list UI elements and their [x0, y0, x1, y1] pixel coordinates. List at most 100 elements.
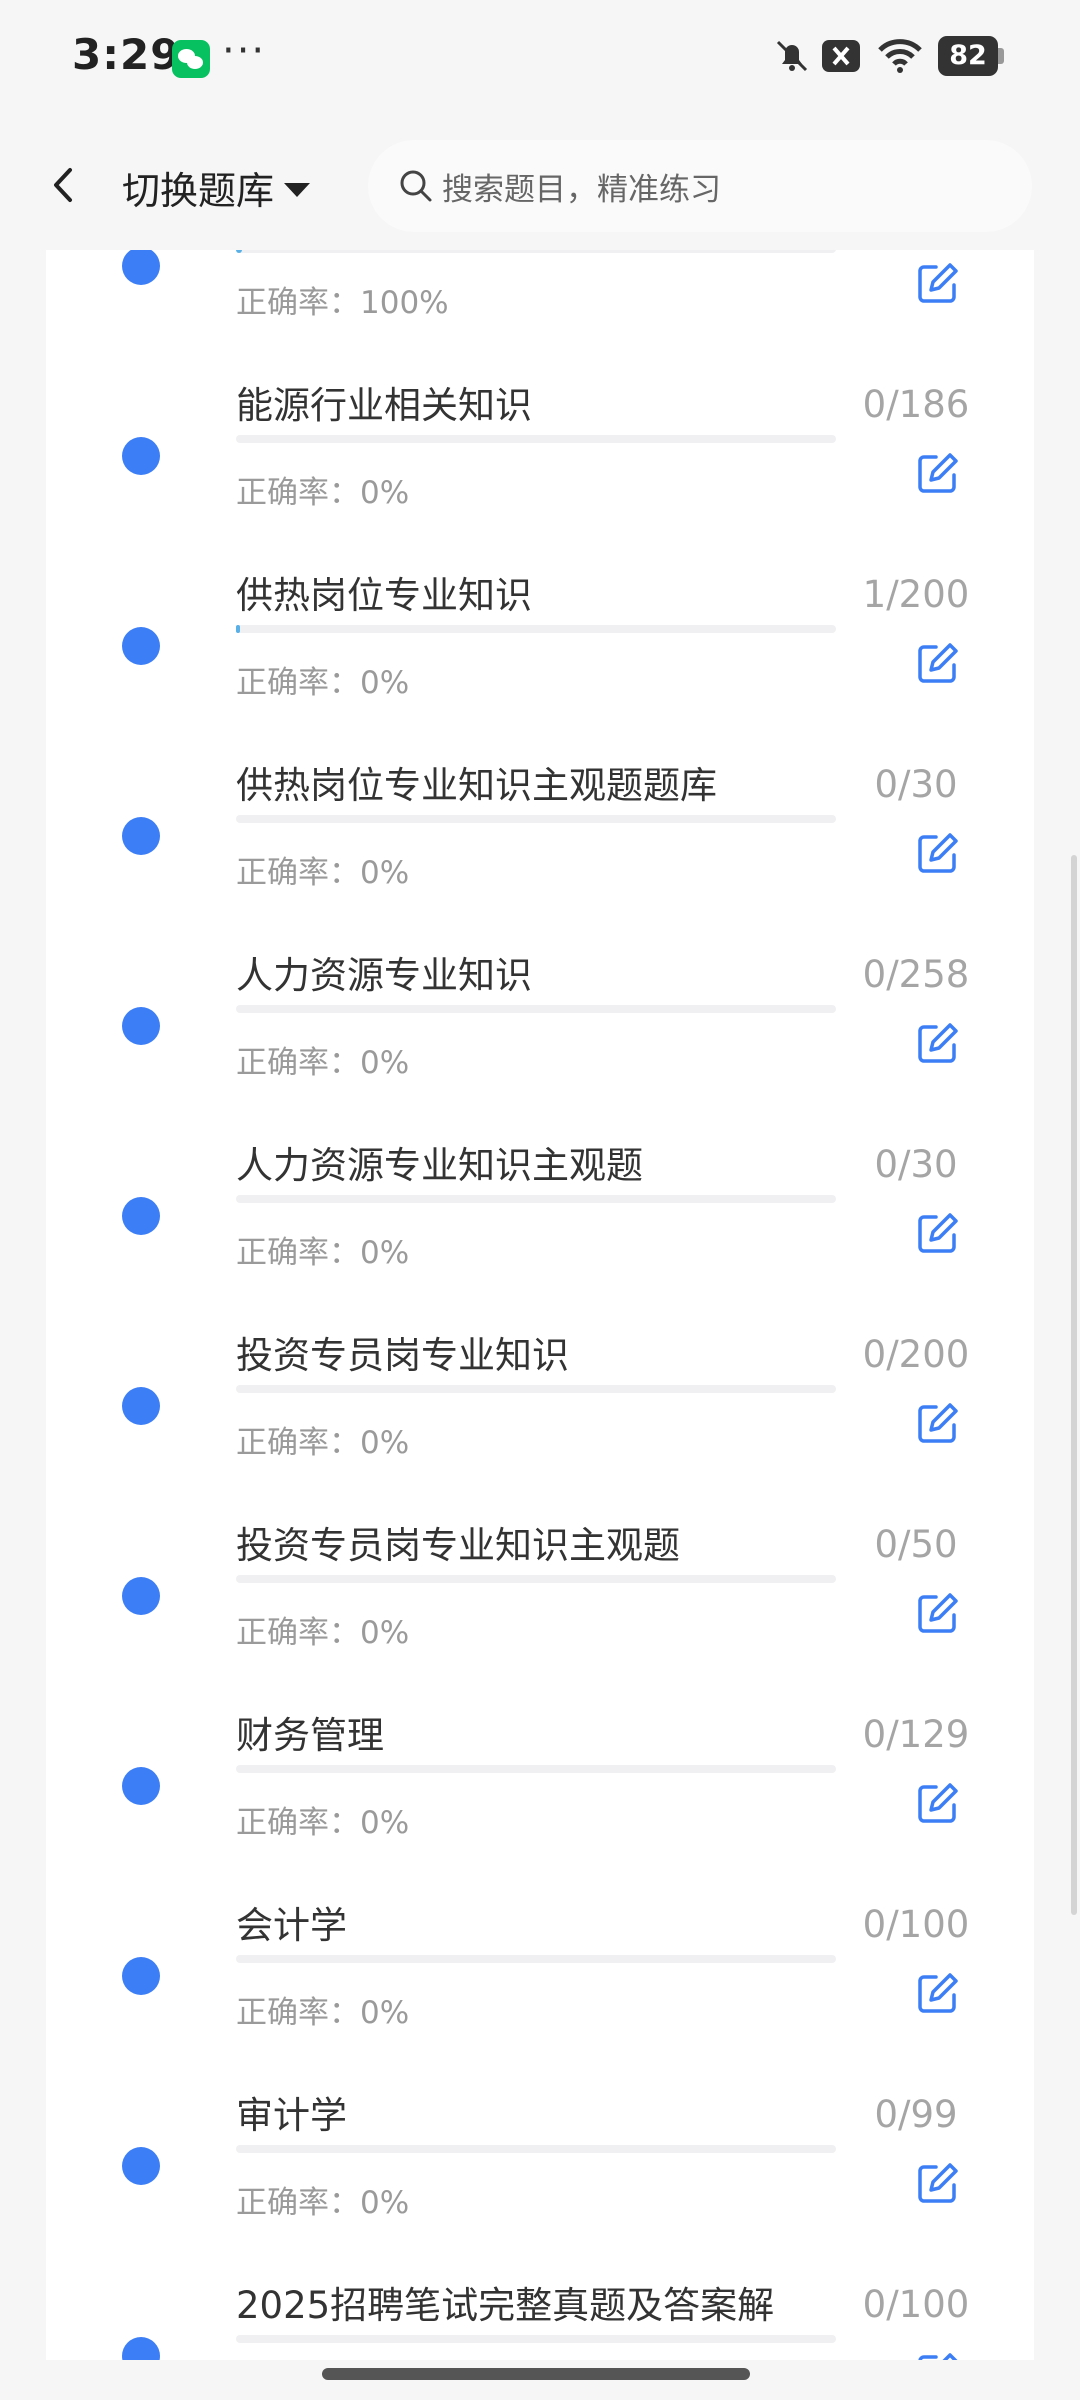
progress-track	[236, 1005, 836, 1013]
edit-icon[interactable]	[914, 1779, 962, 1827]
status-time: 3:29	[72, 30, 181, 79]
progress-track	[236, 250, 836, 253]
accuracy-text: 正确率：0%	[236, 1615, 410, 1651]
progress-track	[236, 1195, 836, 1203]
switch-label: 切换题库	[122, 169, 275, 213]
scrollbar[interactable]	[1071, 855, 1077, 1915]
question-bank-list: 能源行业热点正确率：100%1/101 能源行业相关知识正确率：0% 0/186 供热…	[46, 250, 1034, 2360]
progress-track	[236, 1575, 836, 1583]
progress-count: 0/258	[862, 953, 970, 996]
wifi-icon	[878, 39, 922, 73]
status-dot	[122, 1577, 160, 1615]
accuracy-text: 正确率：0%	[236, 1995, 410, 2031]
status-dot	[122, 817, 160, 855]
caret-down-icon	[284, 182, 311, 197]
progress-count: 1/200	[862, 573, 970, 616]
battery-icon: 82	[938, 36, 998, 76]
top-nav-bar: 切换题库 搜索题目，精准练习	[0, 120, 1080, 250]
edit-icon[interactable]	[914, 259, 962, 307]
item-title: 会计学	[236, 1904, 347, 1947]
progress-track	[236, 435, 836, 443]
item-title: 财务管理	[236, 1714, 384, 1757]
status-dot	[122, 627, 160, 665]
progress-count: 0/100	[862, 2283, 970, 2326]
progress-count: 0/50	[874, 1523, 958, 1566]
accuracy-text: 正确率：0%	[236, 2185, 410, 2221]
progress-count: 0/30	[874, 763, 958, 806]
edit-icon[interactable]	[914, 829, 962, 877]
accuracy-text: 正确率：0%	[236, 855, 410, 891]
status-dot	[122, 1767, 160, 1805]
edit-icon[interactable]	[914, 449, 962, 497]
item-title: 投资专员岗专业知识	[236, 1334, 569, 1377]
battery-tip	[998, 48, 1004, 64]
list-item[interactable]: 投资专员岗专业知识正确率：0% 0/200	[46, 1305, 1034, 1495]
edit-icon[interactable]	[914, 2349, 962, 2360]
progress-track	[236, 2335, 836, 2343]
progress-count: 0/30	[874, 1143, 958, 1186]
wechat-icon	[172, 40, 210, 78]
item-title: 审计学	[236, 2094, 347, 2137]
item-title: 供热岗位专业知识主观题题库	[236, 764, 717, 807]
item-title: 供热岗位专业知识	[236, 574, 532, 617]
progress-fill	[236, 625, 240, 633]
progress-count: 0/129	[862, 1713, 970, 1756]
list-item[interactable]: 供热岗位专业知识主观题题库正确率：0% 0/30	[46, 735, 1034, 925]
edit-icon[interactable]	[914, 1589, 962, 1637]
accuracy-text: 正确率：0%	[236, 1235, 410, 1271]
close-box-icon	[822, 40, 860, 72]
status-dot	[122, 2147, 160, 2185]
edit-icon[interactable]	[914, 1969, 962, 2017]
edit-icon[interactable]	[914, 639, 962, 687]
list-item[interactable]: 能源行业热点正确率：100%1/101	[46, 250, 1034, 355]
accuracy-text: 正确率：0%	[236, 1045, 410, 1081]
progress-count: 0/100	[862, 1903, 970, 1946]
progress-fill	[236, 250, 242, 253]
list-item[interactable]: 投资专员岗专业知识主观题 正确率：0% 0/50	[46, 1495, 1034, 1685]
accuracy-text: 正确率：0%	[236, 1425, 410, 1461]
accuracy-text: 正确率：0%	[236, 1805, 410, 1841]
progress-track	[236, 815, 836, 823]
status-dot	[122, 1957, 160, 1995]
edit-icon[interactable]	[914, 2159, 962, 2207]
item-title: 人力资源专业知识主观题	[236, 1144, 643, 1187]
progress-track	[236, 625, 836, 633]
mute-bell-icon	[776, 40, 808, 72]
accuracy-text: 正确率：0%	[236, 665, 410, 701]
accuracy-text: 正确率：0%	[236, 475, 410, 511]
progress-track	[236, 1955, 836, 1963]
list-item[interactable]: 供热岗位专业知识正确率：0% 1/200	[46, 545, 1034, 735]
progress-count: 0/186	[862, 383, 970, 426]
item-title: 2025招聘笔试完整真题及答案解	[236, 2284, 775, 2327]
status-dot	[122, 1197, 160, 1235]
status-dot	[122, 1387, 160, 1425]
status-dot	[122, 437, 160, 475]
chevron-left-icon[interactable]	[40, 160, 90, 210]
edit-icon[interactable]	[914, 1019, 962, 1067]
list-item[interactable]: 能源行业相关知识 正确率：0% 0/186	[46, 355, 1034, 545]
list-item[interactable]: 人力资源专业知识正确率：0% 0/258	[46, 925, 1034, 1115]
edit-icon[interactable]	[914, 1399, 962, 1447]
home-indicator[interactable]	[322, 2368, 750, 2380]
list-item[interactable]: 人力资源专业知识主观题正确率：0% 0/30	[46, 1115, 1034, 1305]
progress-track	[236, 1385, 836, 1393]
list-item[interactable]: 2025招聘笔试完整真题及答案解 0/100	[46, 2255, 1034, 2360]
progress-count: 0/99	[874, 2093, 958, 2136]
list-item[interactable]: 财务管理正确率：0% 0/129	[46, 1685, 1034, 1875]
search-icon	[400, 170, 432, 202]
search-input[interactable]: 搜索题目，精准练习	[368, 140, 1032, 232]
status-dot	[122, 2337, 160, 2360]
progress-track	[236, 2145, 836, 2153]
progress-count: 0/200	[862, 1333, 970, 1376]
item-title: 人力资源专业知识	[236, 954, 532, 997]
edit-icon[interactable]	[914, 1209, 962, 1257]
accuracy-text: 正确率：100%	[236, 285, 449, 321]
list-item[interactable]: 会计学正确率：0% 0/100	[46, 1875, 1034, 2065]
more-dots-icon: ···	[222, 28, 267, 74]
status-dot	[122, 250, 160, 285]
search-placeholder: 搜索题目，精准练习	[442, 171, 721, 208]
switch-question-bank-button[interactable]: 切换题库	[122, 160, 311, 215]
list-item[interactable]: 审计学正确率：0% 0/99	[46, 2065, 1034, 2255]
progress-track	[236, 1765, 836, 1773]
status-dot	[122, 1007, 160, 1045]
